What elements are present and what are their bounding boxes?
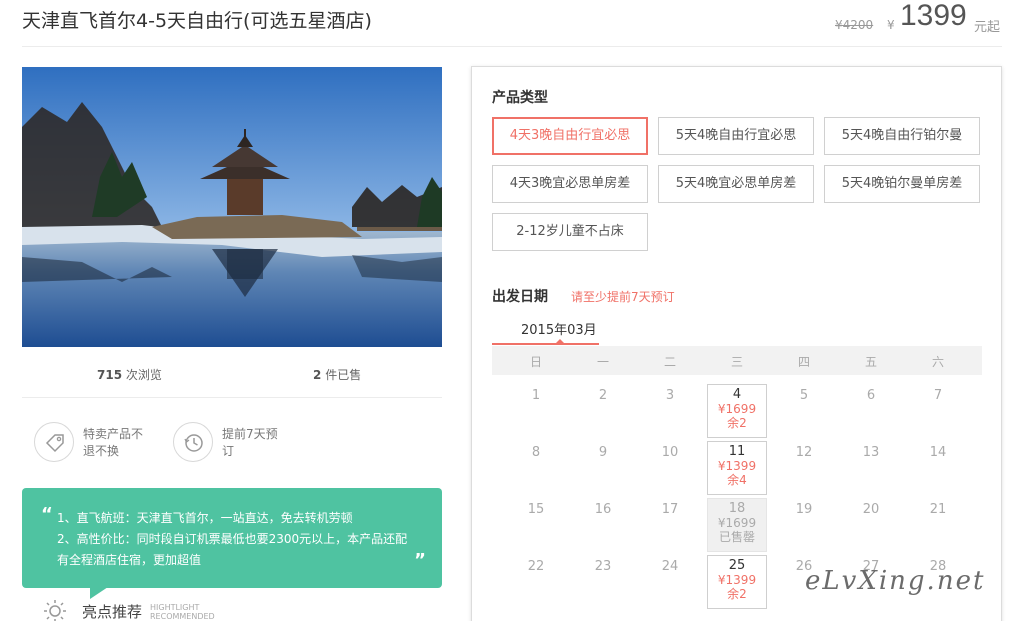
product-header: 天津直飞首尔4-5天自由行(可选五星酒店) ¥4200 ¥ 1399 元起 xyxy=(0,0,1016,48)
option-5d4n-ibis-single[interactable]: 5天4晚宜必思单房差 xyxy=(658,165,814,203)
site-watermark: eLvXing.net xyxy=(805,566,986,596)
calendar-day-8: 8 xyxy=(531,445,541,460)
close-quote-icon: ” xyxy=(414,550,426,571)
notice-tail xyxy=(90,587,108,599)
currency-symbol: ¥ xyxy=(887,18,895,32)
weekday-mon: 一 xyxy=(596,355,609,369)
feature-no-refund: 特卖产品不 退不换 xyxy=(34,422,164,464)
calendar-month-tab[interactable]: 2015年03月 xyxy=(521,319,597,338)
day-price: ¥1699 xyxy=(717,402,757,416)
product-photo xyxy=(22,67,442,347)
option-5d4n-pullman[interactable]: 5天4晚自由行铂尔曼 xyxy=(824,117,980,155)
sold-stat: 2 件已售 xyxy=(313,366,361,383)
calendar-day-13: 13 xyxy=(862,445,880,460)
clock-history-icon xyxy=(173,422,213,462)
calendar-day-23: 23 xyxy=(594,559,612,574)
notice-line-1: 1、直飞航班：天津直飞首尔，一站直达，免去转机劳顿 xyxy=(57,511,353,525)
current-price: 1399 xyxy=(900,0,967,32)
calendar-weekday-header: 日 一 二 三 四 五 六 xyxy=(492,346,982,375)
option-5d4n-pullman-single[interactable]: 5天4晚铂尔曼单房差 xyxy=(824,165,980,203)
day-remaining: 余2 xyxy=(727,416,747,430)
highlights-subtitle: HIGHTLIGHT RECOMMENDED xyxy=(150,603,215,621)
option-4d3n-ibis[interactable]: 4天3晚自由行宜必思 xyxy=(492,117,648,155)
calendar-day-4[interactable]: 4 ¥1699 余2 xyxy=(707,384,767,438)
calendar-day-14: 14 xyxy=(929,445,947,460)
header-divider xyxy=(22,46,1002,47)
feature-advance-booking: 提前7天预订 xyxy=(173,422,303,464)
departure-date-label: 出发日期 xyxy=(492,289,548,305)
advance-booking-hint: 请至少提前7天预订 xyxy=(571,290,675,304)
option-child-no-bed[interactable]: 2-12岁儿童不占床 xyxy=(492,213,648,251)
calendar-day-19: 19 xyxy=(795,502,813,517)
booking-panel: 产品类型 4天3晚自由行宜必思 5天4晚自由行宜必思 5天4晚自由行铂尔曼 4天… xyxy=(471,66,1002,621)
calendar-day-1: 1 xyxy=(531,388,541,403)
weekday-thu: 四 xyxy=(797,355,810,369)
weekday-tue: 二 xyxy=(663,355,676,369)
sun-icon xyxy=(44,600,66,621)
calendar-day-17: 17 xyxy=(661,502,679,517)
feature-text: 特卖产品不 退不换 xyxy=(83,427,144,458)
calendar-day-10: 10 xyxy=(661,445,679,460)
price-suffix: 元起 xyxy=(974,20,1001,35)
weekday-sun: 日 xyxy=(529,355,542,369)
calendar-day-16: 16 xyxy=(594,502,612,517)
sold-count: 2 xyxy=(313,368,322,382)
calendar-day-25[interactable]: 25 ¥1399 余2 xyxy=(707,555,767,609)
original-price: ¥4200 xyxy=(835,18,874,32)
feature-text: 提前7天预订 xyxy=(222,427,278,458)
calendar-day-6: 6 xyxy=(866,388,876,403)
weekday-wed: 三 xyxy=(730,355,743,369)
calendar-day-11[interactable]: 11 ¥1399 余4 xyxy=(707,441,767,495)
calendar-day-7: 7 xyxy=(933,388,943,403)
day-price: ¥1699 xyxy=(717,516,757,530)
calendar-day-21: 21 xyxy=(929,502,947,517)
weekday-fri: 五 xyxy=(864,355,877,369)
day-remaining: 余4 xyxy=(727,473,747,487)
tag-icon xyxy=(34,422,74,462)
calendar-day-22: 22 xyxy=(527,559,545,574)
calendar-day-12: 12 xyxy=(795,445,813,460)
calendar-day-15: 15 xyxy=(527,502,545,517)
day-price: ¥1399 xyxy=(717,573,757,587)
calendar-day-9: 9 xyxy=(598,445,608,460)
notice-line-2: 2、高性价比：同时段自订机票最低也要2300元以上，本产品还配 xyxy=(57,532,408,546)
weekday-sat: 六 xyxy=(931,355,944,369)
views-count: 715 xyxy=(97,368,123,382)
notice-line-3: 有全程酒店住宿，更加超值 xyxy=(57,553,202,567)
open-quote-icon: “ xyxy=(41,504,53,525)
day-number: 25 xyxy=(728,558,746,573)
day-number: 4 xyxy=(732,387,742,402)
highlights-title: 亮点推荐 xyxy=(82,603,143,621)
calendar-day-24: 24 xyxy=(661,559,679,574)
product-stats: 715 次浏览 2 件已售 xyxy=(22,362,442,386)
product-type-label: 产品类型 xyxy=(492,90,548,106)
calendar-day-2: 2 xyxy=(598,388,608,403)
day-remaining: 余2 xyxy=(727,587,747,601)
option-5d4n-ibis[interactable]: 5天4晚自由行宜必思 xyxy=(658,117,814,155)
option-4d3n-ibis-single[interactable]: 4天3晚宜必思单房差 xyxy=(492,165,648,203)
month-underline xyxy=(492,343,599,345)
day-number: 18 xyxy=(728,501,746,516)
calendar-day-20: 20 xyxy=(862,502,880,517)
views-label: 次浏览 xyxy=(125,368,162,382)
day-remaining: 已售罄 xyxy=(718,530,755,544)
calendar-day-3: 3 xyxy=(665,388,675,403)
views-stat: 715 次浏览 xyxy=(97,366,162,383)
calendar-day-5: 5 xyxy=(799,388,809,403)
stats-divider xyxy=(22,397,442,398)
product-title: 天津直飞首尔4-5天自由行(可选五星酒店) xyxy=(22,10,372,32)
highlight-notice: “ 1、直飞航班：天津直飞首尔，一站直达，免去转机劳顿 2、高性价比：同时段自订… xyxy=(22,488,442,588)
sold-label: 件已售 xyxy=(325,368,362,382)
day-number: 11 xyxy=(728,444,746,459)
day-price: ¥1399 xyxy=(717,459,757,473)
calendar-day-18: 18 ¥1699 已售罄 xyxy=(707,498,767,552)
